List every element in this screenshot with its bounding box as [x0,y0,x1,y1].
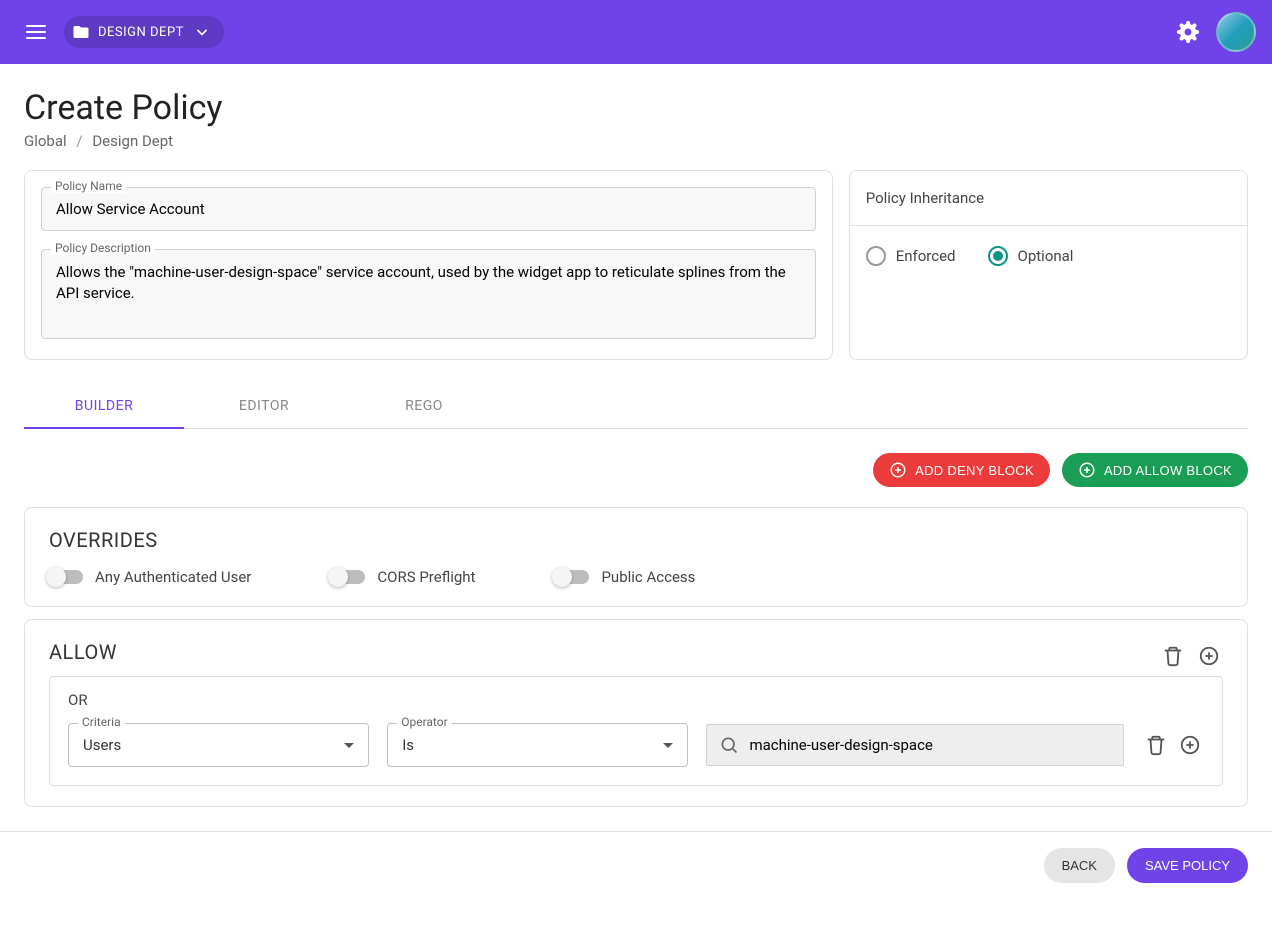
trash-icon [1145,734,1167,756]
inheritance-optional-radio[interactable]: Optional [988,246,1074,266]
policy-description-label: Policy Description [51,241,155,255]
plus-circle-icon [1179,734,1201,756]
breadcrumb-current: Design Dept [92,132,173,150]
toggle-public-access[interactable] [555,570,589,584]
overrides-section: OVERRIDES Any Authenticated User CORS Pr… [24,507,1248,607]
search-icon [719,735,739,755]
criteria-select[interactable]: Users [68,723,369,767]
radio-outer-optional [988,246,1008,266]
plus-circle-icon [889,461,907,479]
toggle-label-any-authenticated-user: Any Authenticated User [95,568,251,586]
allow-title: ALLOW [49,640,117,664]
chevron-down-icon [192,22,212,42]
dropdown-caret-icon [663,743,673,748]
gear-icon[interactable] [1176,20,1200,44]
delete-rule-button[interactable] [1142,731,1170,759]
tab-editor[interactable]: EDITOR [184,384,344,428]
operator-value: Is [402,736,414,754]
allow-section: ALLOW OR Criteria Users [24,619,1248,807]
add-rule-button[interactable] [1176,731,1204,759]
value-search-field[interactable] [706,724,1124,766]
radio-outer-enforced [866,246,886,266]
operator-label: Operator [397,715,451,729]
or-group: OR Criteria Users Operator Is [49,676,1223,786]
radio-label-optional: Optional [1018,247,1074,265]
inheritance-card: Policy Inheritance Enforced Optional [849,170,1248,360]
add-allow-group-button[interactable] [1195,642,1223,670]
add-allow-block-label: ADD ALLOW BLOCK [1104,463,1232,478]
value-input[interactable] [749,736,1111,754]
save-policy-button[interactable]: SAVE POLICY [1127,848,1248,883]
overrides-title: OVERRIDES [49,528,1223,552]
topbar: DESIGN DEPT [0,0,1272,64]
toggle-label-public-access: Public Access [601,568,695,586]
toggle-any-authenticated-user[interactable] [49,570,83,584]
footer: BACK SAVE POLICY [0,831,1272,907]
radio-label-enforced: Enforced [896,247,956,265]
policy-name-label: Policy Name [51,179,126,193]
add-deny-block-label: ADD DENY BLOCK [915,463,1034,478]
trash-icon [1162,645,1184,667]
tab-rego[interactable]: REGO [344,384,504,428]
scope-label: DESIGN DEPT [98,25,184,40]
breadcrumb: Global / Design Dept [24,132,1248,150]
back-button[interactable]: BACK [1044,848,1115,883]
topbar-left: DESIGN DEPT [16,12,224,52]
inheritance-title: Policy Inheritance [850,171,1247,226]
toggle-label-cors-preflight: CORS Preflight [377,568,475,586]
tabs: BUILDER EDITOR REGO [24,384,1248,429]
or-label: OR [68,691,1204,709]
dropdown-caret-icon [344,743,354,748]
scope-chip[interactable]: DESIGN DEPT [64,16,224,48]
plus-circle-icon [1078,461,1096,479]
toggle-cors-preflight[interactable] [331,570,365,584]
policy-description-input[interactable]: Allows the "machine-user-design-space" s… [41,249,816,339]
folder-icon [72,23,90,41]
breadcrumb-root[interactable]: Global [24,132,67,150]
menu-button[interactable] [16,12,56,52]
topbar-right [1176,12,1256,52]
breadcrumb-separator: / [76,132,82,150]
avatar[interactable] [1216,12,1256,52]
criteria-value: Users [83,736,121,754]
delete-allow-block-button[interactable] [1159,642,1187,670]
add-allow-block-button[interactable]: ADD ALLOW BLOCK [1062,453,1248,487]
menu-icon [24,20,48,44]
page-title: Create Policy [24,88,1248,128]
operator-select[interactable]: Is [387,723,688,767]
add-deny-block-button[interactable]: ADD DENY BLOCK [873,453,1050,487]
plus-circle-icon [1198,645,1220,667]
policy-name-input[interactable] [41,187,816,231]
tab-builder[interactable]: BUILDER [24,384,184,428]
inheritance-enforced-radio[interactable]: Enforced [866,246,956,266]
policy-details-card: Policy Name Policy Description Allows th… [24,170,833,360]
criteria-label: Criteria [78,715,125,729]
